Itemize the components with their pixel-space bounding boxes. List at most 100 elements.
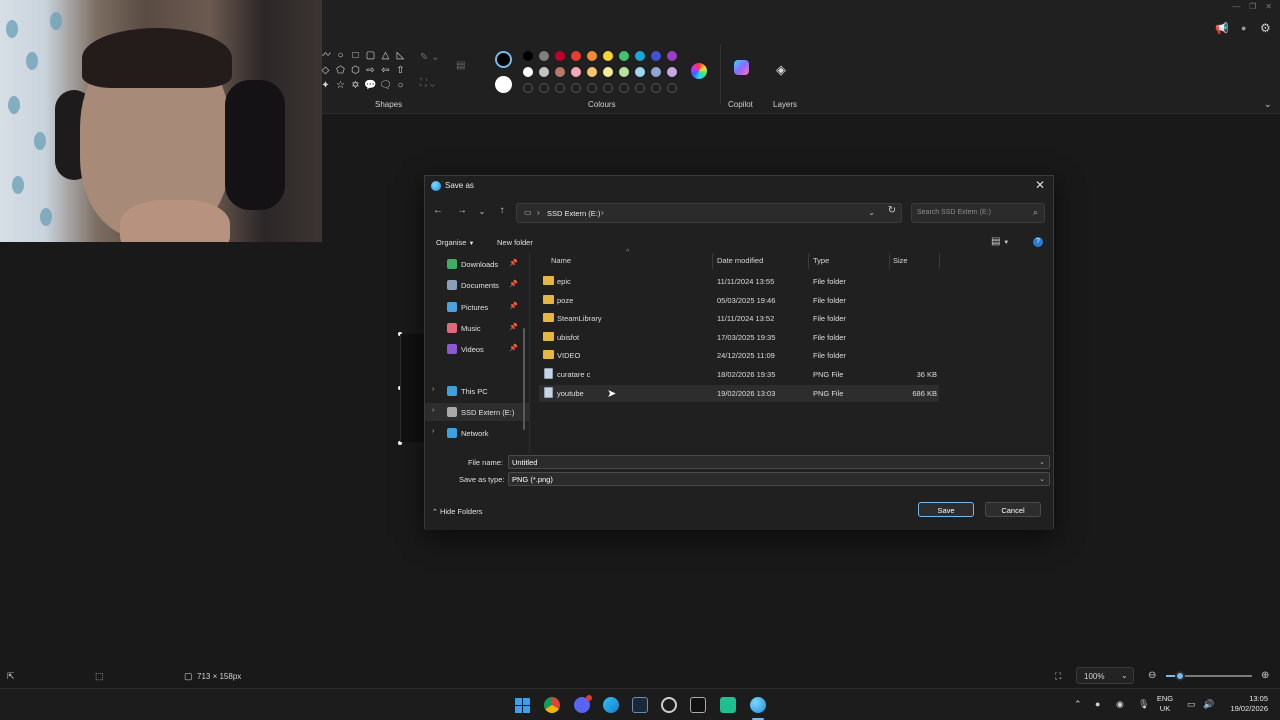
breadcrumb-chevron-icon[interactable]: ›	[601, 208, 604, 217]
column-separator[interactable]	[808, 253, 809, 269]
hide-folders-toggle[interactable]: ⌃ Hide Folders	[432, 507, 483, 516]
expand-chevron-icon[interactable]: ›	[432, 386, 434, 393]
color-swatch[interactable]	[555, 51, 565, 61]
address-bar[interactable]: ▭ › SSD Extern (E:) › ⌄	[516, 203, 902, 223]
shape-arrow-up-icon[interactable]: ⇧	[393, 65, 408, 77]
network-icon[interactable]: ▭	[1187, 699, 1196, 710]
color-swatch[interactable]	[523, 67, 533, 77]
color-swatch[interactable]	[571, 51, 581, 61]
color-swatch[interactable]	[539, 51, 549, 61]
file-row[interactable]: VIDEO 24/12/2025 11:09 File folder	[539, 347, 939, 364]
shape-triangle-icon[interactable]: △	[378, 50, 393, 62]
color-swatch[interactable]	[587, 67, 597, 77]
primary-color-swatch[interactable]	[495, 51, 512, 68]
app-icon[interactable]	[720, 697, 736, 713]
shape-hexagon-icon[interactable]: ⬡	[348, 65, 363, 77]
nav-item-network[interactable]: › Network	[425, 424, 529, 442]
megaphone-icon[interactable]: 📢	[1215, 22, 1229, 35]
steam-icon[interactable]	[632, 697, 648, 713]
outline-icon[interactable]: ✎ ⌄	[420, 52, 440, 63]
file-name-value[interactable]: Untitled	[512, 458, 537, 467]
shape-arrow-right-icon[interactable]: ⇨	[363, 65, 378, 77]
shape-star6-icon[interactable]: ✡	[348, 80, 363, 92]
file-name-field[interactable]: Untitled ⌄	[508, 455, 1050, 469]
custom-color-slot[interactable]	[523, 83, 533, 93]
steam-tray-icon[interactable]: ◉	[1116, 699, 1124, 710]
discord-tray-icon[interactable]: ●	[1095, 699, 1100, 709]
file-row[interactable]: youtube 19/02/2026 13:03 PNG File 686 KB	[539, 384, 939, 402]
column-header-size[interactable]: Size	[893, 256, 908, 265]
edge-icon[interactable]	[603, 697, 619, 713]
nav-item-downloads[interactable]: Downloads 📌	[425, 255, 529, 273]
save-type-value[interactable]: PNG (*.png)	[512, 475, 553, 484]
nav-scrollbar[interactable]	[523, 328, 525, 430]
custom-color-slot[interactable]	[555, 83, 565, 93]
custom-color-slot[interactable]	[619, 83, 629, 93]
search-input[interactable]: Search SSD Extern (E:)	[917, 209, 991, 216]
color-swatch[interactable]	[603, 51, 613, 61]
column-separator[interactable]	[939, 253, 940, 269]
breadcrumb-ssd-extern[interactable]: SSD Extern (E:)	[547, 209, 600, 218]
nav-item-this-pc[interactable]: › This PC	[425, 382, 529, 400]
shape-pentagon-icon[interactable]: ⬠	[333, 65, 348, 77]
address-dropdown-chevron-icon[interactable]: ⌄	[868, 208, 875, 217]
new-folder-button[interactable]: New folder	[497, 238, 533, 247]
up-arrow-icon[interactable]: ↑	[495, 205, 509, 216]
nav-item-documents[interactable]: Documents 📌	[425, 276, 529, 294]
paint-taskbar-icon[interactable]	[750, 697, 766, 713]
color-swatch[interactable]	[539, 67, 549, 77]
color-swatch[interactable]	[571, 67, 581, 77]
call-of-duty-icon[interactable]	[690, 697, 706, 713]
save-type-select[interactable]: PNG (*.png) ⌄	[508, 472, 1050, 486]
custom-color-slot[interactable]	[603, 83, 613, 93]
shape-righttri-icon[interactable]: ◺	[393, 50, 408, 62]
column-header-type[interactable]: Type	[813, 256, 829, 265]
custom-color-slot[interactable]	[571, 83, 581, 93]
obs-icon[interactable]	[661, 697, 677, 713]
shape-cloud-icon[interactable]: ○	[393, 80, 408, 92]
nav-item-ssd-extern-e[interactable]: › SSD Extern (E:)	[425, 403, 529, 421]
color-swatch[interactable]	[619, 51, 629, 61]
shapes-gallery[interactable]: 〰 ○ □ ▢ △ ◺ ◇ ⬠ ⬡ ⇨ ⇦ ⇧ ✦ ☆ ✡ 💬 🗨 ○	[318, 50, 408, 92]
tray-overflow-chevron-icon[interactable]: ⌃	[1074, 699, 1082, 710]
zoom-select[interactable]: 100% ⌄	[1076, 667, 1134, 684]
volume-icon[interactable]: 🔊	[1203, 699, 1214, 710]
help-icon[interactable]: ?	[1033, 237, 1043, 247]
column-separator[interactable]	[889, 253, 890, 269]
color-swatch[interactable]	[635, 67, 645, 77]
shape-roundrect-icon[interactable]: ▢	[363, 50, 378, 62]
color-swatch[interactable]	[667, 51, 677, 61]
color-swatch[interactable]	[651, 67, 661, 77]
nav-item-music[interactable]: Music 📌	[425, 319, 529, 337]
color-swatch[interactable]	[587, 51, 597, 61]
shape-callout-round-icon[interactable]: 🗨	[378, 80, 393, 92]
back-arrow-icon[interactable]: ←	[431, 205, 445, 216]
search-box[interactable]: Search SSD Extern (E:) ⌕	[911, 203, 1045, 223]
expand-chevron-icon[interactable]: ›	[432, 428, 434, 435]
refresh-icon[interactable]: ↻	[885, 205, 899, 216]
secondary-color-swatch[interactable]	[495, 76, 512, 93]
window-controls[interactable]: — ❐ ✕	[1232, 2, 1272, 11]
file-row[interactable]: epic 11/11/2024 13:55 File folder	[539, 273, 939, 290]
column-separator[interactable]	[712, 253, 713, 269]
recent-locations-chevron-icon[interactable]: ⌄	[475, 207, 489, 216]
clock[interactable]: 13:05 19/02/2026	[1216, 694, 1268, 714]
nav-item-pictures[interactable]: Pictures 📌	[425, 298, 529, 316]
zoom-slider-thumb[interactable]	[1175, 671, 1185, 681]
start-windows-icon[interactable]	[515, 698, 530, 713]
column-header-date[interactable]: Date modified	[717, 256, 763, 265]
color-swatch[interactable]	[619, 67, 629, 77]
shape-style-icon[interactable]: ▤	[456, 60, 465, 71]
settings-gear-icon[interactable]: ⚙	[1260, 21, 1271, 35]
breadcrumb-chevron-icon[interactable]: ›	[537, 208, 540, 217]
custom-color-slot[interactable]	[651, 83, 661, 93]
forward-arrow-icon[interactable]: →	[455, 205, 469, 216]
color-swatch[interactable]	[603, 67, 613, 77]
file-row[interactable]: SteamLibrary 11/11/2024 13:52 File folder	[539, 310, 939, 327]
custom-color-slot[interactable]	[635, 83, 645, 93]
shape-arrow-left-icon[interactable]: ⇦	[378, 65, 393, 77]
shape-callout-icon[interactable]: 💬	[363, 80, 378, 92]
chrome-icon[interactable]	[544, 697, 560, 713]
color-swatch[interactable]	[651, 51, 661, 61]
file-row[interactable]: curatare c 18/02/2026 19:35 PNG File 36 KB	[539, 366, 939, 383]
